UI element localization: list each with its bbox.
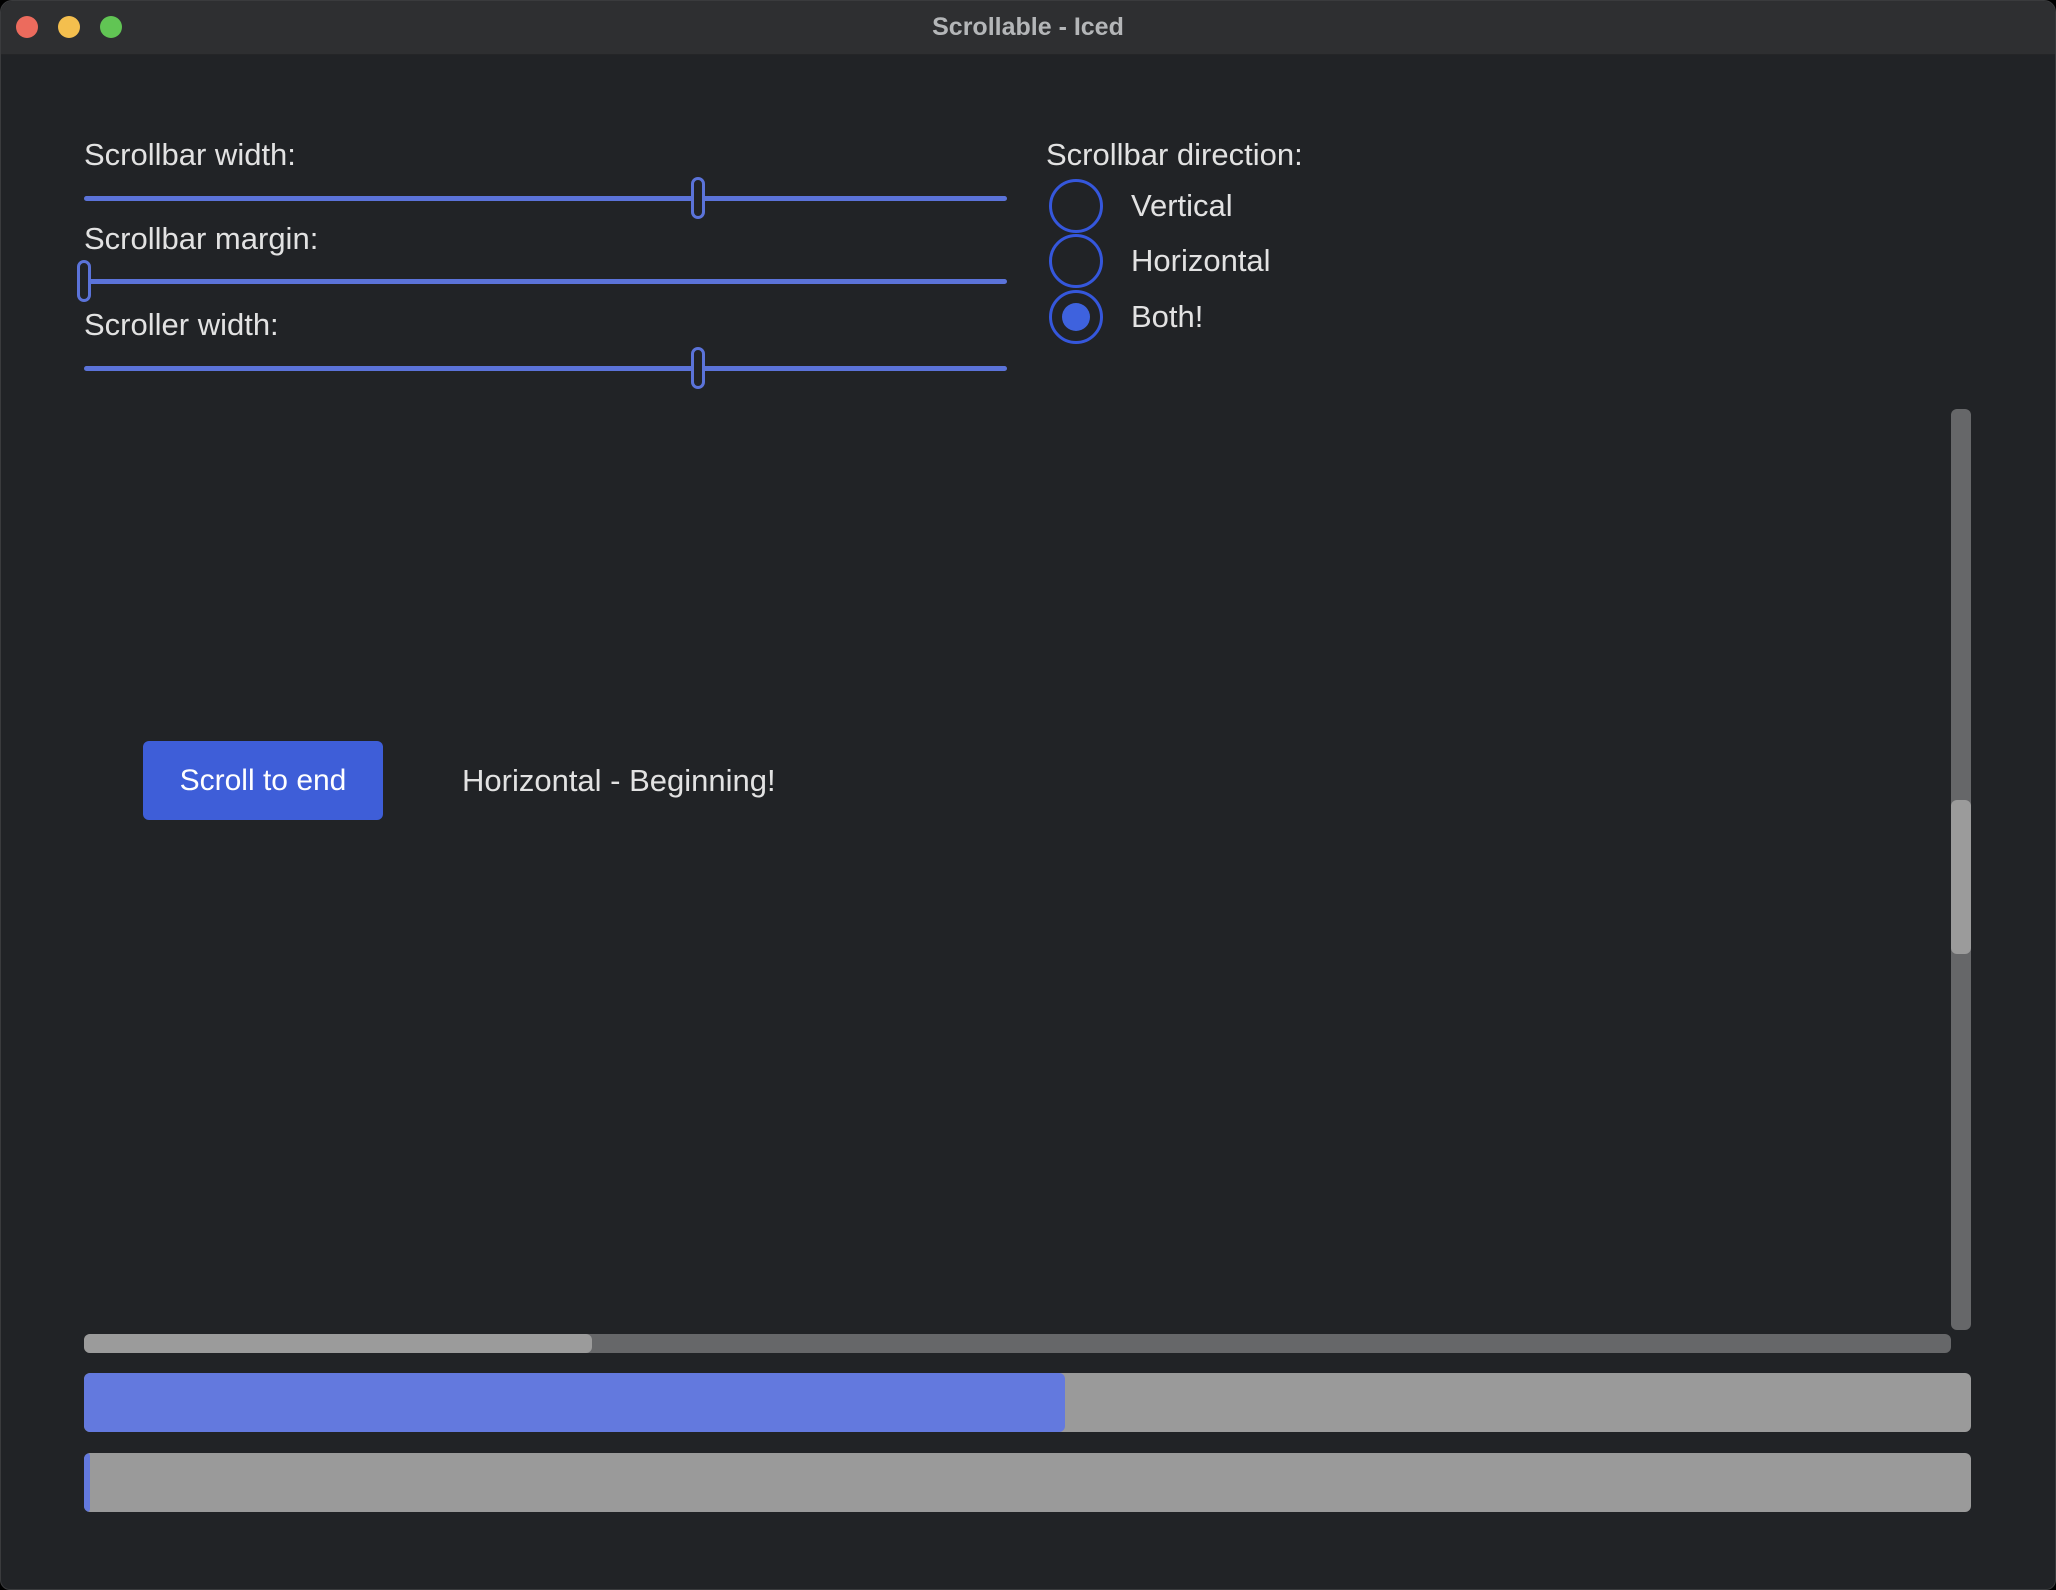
window-title: Scrollable - Iced	[1, 1, 2055, 54]
radio-label: Horizontal	[1131, 243, 1271, 279]
radio-vertical[interactable]: Vertical	[1049, 178, 1233, 233]
titlebar: Scrollable - Iced	[1, 1, 2055, 55]
radio-circle-icon	[1049, 290, 1103, 344]
slider-rail	[84, 279, 1007, 284]
progress-fill	[84, 1453, 90, 1512]
horizontal-progress-bar	[84, 1373, 1971, 1432]
vertical-scrollbar-thumb[interactable]	[1951, 800, 1971, 954]
vertical-scrollbar-track[interactable]	[1951, 409, 1971, 1330]
radio-horizontal[interactable]: Horizontal	[1049, 233, 1271, 288]
slider-handle[interactable]	[691, 347, 705, 389]
radio-both[interactable]: Both!	[1049, 289, 1203, 344]
radio-dot-icon	[1062, 303, 1090, 331]
scrollbar-width-label: Scrollbar width:	[84, 137, 296, 173]
scrollbar-margin-slider[interactable]	[84, 260, 1007, 302]
scroller-width-label: Scroller width:	[84, 307, 279, 343]
vertical-progress-bar	[84, 1453, 1971, 1512]
progress-fill	[84, 1373, 1065, 1432]
scroll-status-text: Horizontal - Beginning!	[462, 763, 776, 799]
slider-handle[interactable]	[77, 260, 91, 302]
radio-circle-icon	[1049, 234, 1103, 288]
slider-handle[interactable]	[691, 177, 705, 219]
scrollbar-direction-label: Scrollbar direction:	[1046, 137, 1303, 173]
scroll-to-end-button[interactable]: Scroll to end	[143, 741, 383, 820]
scroller-width-slider[interactable]	[84, 347, 1007, 389]
radio-label: Both!	[1131, 299, 1203, 335]
app-window: Scrollable - Iced Scrollbar width: Scrol…	[0, 0, 2056, 1590]
slider-rail	[84, 196, 1007, 201]
slider-rail	[84, 366, 1007, 371]
scrollbar-width-slider[interactable]	[84, 177, 1007, 219]
radio-circle-icon	[1049, 179, 1103, 233]
scrollbar-margin-label: Scrollbar margin:	[84, 221, 318, 257]
horizontal-scrollbar-thumb[interactable]	[84, 1334, 592, 1353]
horizontal-scrollbar-track[interactable]	[84, 1334, 1951, 1353]
radio-label: Vertical	[1131, 188, 1233, 224]
